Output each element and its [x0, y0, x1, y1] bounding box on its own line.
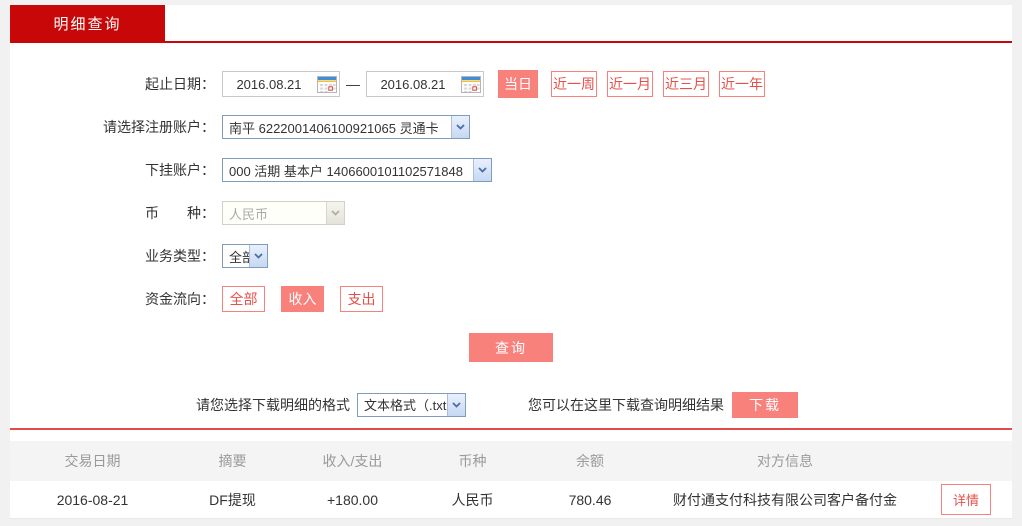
range-three-months-button[interactable]: 近三月	[663, 71, 709, 97]
register-account-value: 南平 6222001406100921065 灵通卡	[223, 118, 451, 137]
table-gap	[10, 430, 1012, 441]
range-today-button[interactable]: 当日	[498, 70, 538, 98]
query-button[interactable]: 查询	[469, 333, 553, 362]
chevron-down-icon	[249, 245, 267, 267]
date-to-input[interactable]: 2016.08.21	[366, 71, 484, 97]
date-from-input[interactable]: 2016.08.21	[222, 71, 340, 97]
biz-type-row: 业务类型： 全部	[10, 242, 1012, 270]
flow-income-button[interactable]: 收入	[281, 286, 324, 312]
row-currency: 人民币	[415, 490, 530, 510]
sub-account-select[interactable]: 000 活期 基本户 1406600101102571848	[222, 158, 492, 182]
date-range-row: 起止日期： 2016.08.21	[10, 70, 1012, 98]
register-account-row: 请选择注册账户： 南平 6222001406100921065 灵通卡	[10, 113, 1012, 141]
chevron-down-icon	[451, 116, 469, 138]
calendar-icon[interactable]	[315, 72, 339, 96]
header-date: 交易日期	[10, 451, 175, 471]
flow-all-button[interactable]: 全部	[222, 286, 265, 312]
download-hint: 您可以在这里下载查询明细结果	[528, 395, 724, 415]
header-amount: 收入/支出	[290, 451, 415, 471]
flow-label: 资金流向：	[10, 289, 215, 309]
row-amount: +180.00	[290, 492, 415, 508]
currency-value: 人民币	[223, 204, 326, 223]
range-month-button[interactable]: 近一月	[607, 71, 653, 97]
date-range-label: 起止日期：	[10, 74, 215, 94]
row-summary: DF提现	[175, 490, 290, 510]
query-row: 查询	[10, 333, 1012, 362]
calendar-icon[interactable]	[459, 72, 483, 96]
download-format-select[interactable]: 文本格式（.txt）	[357, 393, 466, 417]
chevron-down-icon	[473, 159, 491, 181]
table-row: 2016-08-21 DF提现 +180.00 人民币 780.46 财付通支付…	[10, 481, 1012, 519]
row-date: 2016-08-21	[10, 492, 175, 508]
date-to-value: 2016.08.21	[367, 77, 459, 92]
row-balance: 780.46	[530, 492, 650, 508]
content-card: 明细查询 起止日期： 2016.08.21	[10, 5, 1012, 519]
detail-button[interactable]: 详情	[941, 484, 991, 515]
date-separator: —	[346, 76, 360, 92]
currency-label: 币 种：	[10, 203, 215, 223]
table-header-row: 交易日期 摘要 收入/支出 币种 余额 对方信息	[10, 441, 1012, 481]
range-week-button[interactable]: 近一周	[551, 71, 597, 97]
sub-account-row: 下挂账户： 000 活期 基本户 1406600101102571848	[10, 156, 1012, 184]
date-from-value: 2016.08.21	[223, 77, 315, 92]
header-balance: 余额	[530, 451, 650, 471]
flow-expense-button[interactable]: 支出	[340, 286, 383, 312]
currency-select: 人民币	[222, 201, 345, 225]
row-counterparty: 财付通支付科技有限公司客户备付金	[650, 490, 920, 510]
chevron-down-icon	[326, 202, 344, 224]
header-counterparty: 对方信息	[650, 451, 920, 471]
header-summary: 摘要	[175, 451, 290, 471]
download-button[interactable]: 下载	[732, 392, 798, 418]
flow-row: 资金流向： 全部 收入 支出	[10, 285, 1012, 313]
sub-account-value: 000 活期 基本户 1406600101102571848	[223, 161, 473, 180]
biz-type-label: 业务类型：	[10, 246, 215, 266]
biz-type-value: 全部	[223, 247, 249, 266]
register-account-label: 请选择注册账户：	[10, 117, 215, 137]
query-form: 起止日期： 2016.08.21	[10, 43, 1012, 428]
download-format-value: 文本格式（.txt）	[358, 395, 447, 414]
row-action-cell: 详情	[920, 484, 1012, 515]
range-year-button[interactable]: 近一年	[719, 71, 765, 97]
tab-bar: 明细查询	[10, 5, 1012, 43]
chevron-down-icon	[447, 394, 465, 416]
download-format-label: 请您选择下载明细的格式	[196, 395, 350, 415]
detail-query-page: 明细查询 起止日期： 2016.08.21	[0, 0, 1022, 526]
download-row: 请您选择下载明细的格式 文本格式（.txt） 您可以在这里下载查询明细结果 下载	[196, 391, 1012, 418]
register-account-select[interactable]: 南平 6222001406100921065 灵通卡	[222, 115, 470, 139]
sub-account-label: 下挂账户：	[10, 160, 215, 180]
biz-type-select[interactable]: 全部	[222, 244, 268, 268]
currency-row: 币 种： 人民币	[10, 199, 1012, 227]
tab-detail-query[interactable]: 明细查询	[10, 5, 165, 41]
header-currency: 币种	[415, 451, 530, 471]
